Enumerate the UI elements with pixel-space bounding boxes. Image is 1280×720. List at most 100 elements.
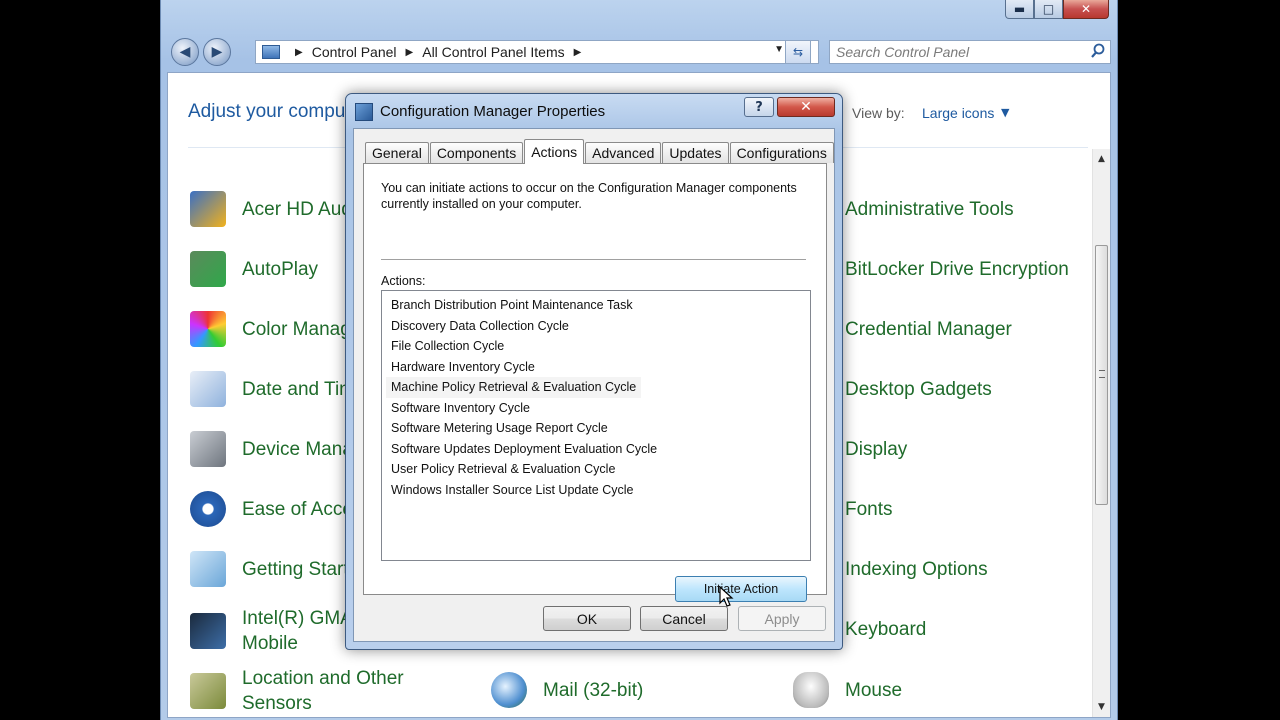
search-box[interactable] [829,40,1111,64]
tab-actions[interactable]: Actions [524,139,585,164]
view-by-dropdown[interactable]: Large icons [922,105,994,121]
search-input[interactable] [836,43,1076,61]
scrollbar-thumb[interactable] [1095,245,1108,505]
close-window-button[interactable]: ✕ [1063,0,1109,19]
breadcrumb-control-panel[interactable]: Control Panel [312,44,397,60]
tab-strip: General Components Actions Advanced Upda… [365,139,835,164]
location-sensors-icon [190,673,226,709]
ease-of-access-icon [190,491,226,527]
cp-item-label: Intel(R) GMA [242,608,353,629]
dialog-title: Configuration Manager Properties [380,103,606,120]
tab-components[interactable]: Components [429,142,524,163]
ok-button[interactable]: OK [543,606,631,631]
help-button[interactable]: ? [744,97,774,117]
cancel-button[interactable]: Cancel [640,606,728,631]
date-time-icon [190,371,226,407]
maximize-button[interactable]: □ [1034,0,1063,19]
dialog-close-button[interactable]: ✕ [777,97,835,117]
action-item[interactable]: Software Updates Deployment Evaluation C… [386,439,662,460]
cp-item-label: Mouse [845,679,903,701]
action-item[interactable]: Machine Policy Retrieval & Evaluation Cy… [386,377,642,398]
cp-item-label: Sensors [242,693,312,714]
cp-item-label: Acer HD Aud [242,198,352,220]
dialog-body: General Components Actions Advanced Upda… [353,128,835,642]
address-bar[interactable]: ▶ Control Panel ▶ All Control Panel Item… [255,40,819,64]
action-item[interactable]: User Policy Retrieval & Evaluation Cycle [386,459,620,480]
tab-updates[interactable]: Updates [662,142,729,163]
view-by-label: View by: [852,105,905,121]
breadcrumb-arrow-icon: ▶ [405,46,414,58]
action-item[interactable]: Software Inventory Cycle [386,398,535,419]
forward-button[interactable]: ▶ [203,38,231,66]
cp-item-location-sensors[interactable]: Location and Other Sensors [190,666,404,716]
audio-icon [190,191,226,227]
minimize-button[interactable]: ▬ [1005,0,1034,19]
color-management-icon [190,311,226,347]
tab-general[interactable]: General [365,142,429,163]
cp-item-autoplay[interactable]: AutoPlay [190,251,318,287]
apply-button[interactable]: Apply [738,606,826,631]
chevron-down-icon[interactable]: ▼ [1001,106,1009,119]
cp-item-acer-hd-audio[interactable]: Acer HD Aud [190,191,352,227]
configuration-manager-icon [355,103,373,121]
cp-item-date-time[interactable]: Date and Tin [190,371,350,407]
action-item[interactable]: Branch Distribution Point Maintenance Ta… [386,295,638,316]
cp-item-color-management[interactable]: Color Manag [190,311,351,347]
cp-item-label: Location and Other [242,668,404,689]
cp-item-label-block: Intel(R) GMA Mobile [242,606,353,656]
autoplay-icon [190,251,226,287]
tab-configurations[interactable]: Configurations [729,142,834,163]
device-manager-icon [190,431,226,467]
intro-text: You can initiate actions to occur on the… [381,181,797,211]
tab-advanced[interactable]: Advanced [585,142,662,163]
cp-item-label: Mail (32-bit) [543,679,644,701]
cp-item-getting-started[interactable]: Getting Start [190,551,349,587]
mouse-icon [793,672,829,708]
initiate-action-button[interactable]: Initiate Action [675,576,807,602]
cp-item-label: Credential Manager [845,318,1012,340]
cp-item-intel-gma[interactable]: Intel(R) GMA Mobile [190,606,353,656]
mouse-cursor-icon [719,586,734,607]
action-item[interactable]: Windows Installer Source List Update Cyc… [386,480,638,501]
page-title: Adjust your compu [188,101,346,122]
divider [381,259,806,260]
search-icon[interactable] [1090,43,1106,59]
cp-item-label: Mobile [242,633,298,654]
action-item[interactable]: Software Metering Usage Report Cycle [386,418,613,439]
breadcrumb-all-items[interactable]: All Control Panel Items [422,44,564,60]
cp-item-label: Device Mana [242,438,353,460]
actions-label: Actions: [381,274,426,288]
control-panel-icon [262,45,280,59]
refresh-button[interactable]: ⇆ [785,40,811,64]
scroll-down-icon[interactable]: ▼ [1093,699,1110,715]
vertical-scrollbar[interactable]: ▲ ▼ [1092,149,1110,717]
window-controls: ▬ □ ✕ [1005,0,1109,19]
action-item[interactable]: Discovery Data Collection Cycle [386,316,574,337]
scroll-up-icon[interactable]: ▲ [1093,151,1110,167]
action-item[interactable]: Hardware Inventory Cycle [386,357,540,378]
cp-item-ease-of-access[interactable]: Ease of Acce [190,491,353,527]
back-button[interactable]: ◀ [171,38,199,66]
mail-icon [491,672,527,708]
cp-item-mail[interactable]: Mail (32-bit) [491,672,643,708]
cp-item-mouse[interactable]: Mouse [793,672,902,708]
cp-item-label: Color Manag [242,318,351,340]
cp-item-label: BitLocker Drive Encryption [845,258,1069,280]
cp-item-label: Display [845,438,908,460]
cp-item-label-block: Location and Other Sensors [242,666,404,716]
cp-item-label: Indexing Options [845,558,988,580]
actions-tab-panel: You can initiate actions to occur on the… [363,163,827,607]
cp-item-device-manager[interactable]: Device Mana [190,431,353,467]
action-item[interactable]: File Collection Cycle [386,336,509,357]
address-dropdown-icon[interactable]: ▼ [774,44,784,55]
breadcrumb-arrow-icon: ▶ [573,46,582,58]
actions-list[interactable]: Branch Distribution Point Maintenance Ta… [381,290,811,561]
cp-item-label: Getting Start [242,558,349,580]
intel-gma-icon [190,613,226,649]
cp-item-label: AutoPlay [242,258,319,280]
cp-item-label: Date and Tin [242,378,350,400]
getting-started-icon [190,551,226,587]
navigation-bar: ◀ ▶ ▶ Control Panel ▶ All Control Panel … [171,36,1111,68]
cp-item-label: Ease of Acce [242,498,353,520]
cp-item-label: Administrative Tools [845,198,1014,220]
